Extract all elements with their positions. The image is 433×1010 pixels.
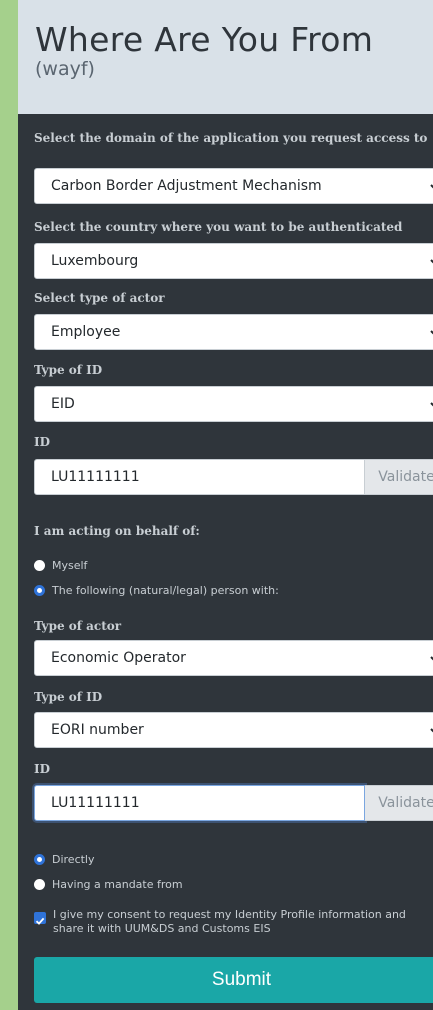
chevron-down-icon: [430, 728, 433, 733]
radio-button[interactable]: [34, 878, 45, 890]
behalf-option-label: The following (natural/legal) person wit…: [52, 583, 279, 597]
actor-type-select-value: Employee: [51, 324, 121, 340]
page-header: Where Are You From (wayf): [18, 0, 433, 114]
domain-label: Select the domain of the application you…: [34, 131, 428, 145]
id-type-label: Type of ID: [34, 363, 103, 377]
chevron-down-icon: [430, 656, 433, 661]
relation-option-mandate[interactable]: Having a mandate from: [34, 876, 183, 892]
id-input[interactable]: LU11111111: [34, 459, 365, 495]
behalf-option-label: Myself: [52, 558, 88, 572]
validate-person-id-button[interactable]: Validate: [365, 785, 433, 821]
person-actor-type-select-value: Economic Operator: [51, 650, 186, 666]
validate-id-button[interactable]: Validate: [365, 459, 433, 495]
chevron-down-icon: [430, 259, 433, 264]
id-type-select[interactable]: EID: [34, 386, 433, 422]
id-type-select-value: EID: [51, 396, 75, 412]
person-actor-type-label: Type of actor: [34, 619, 122, 633]
id-label: ID: [34, 435, 51, 449]
consent-text: I give my consent to request my Identity…: [53, 908, 406, 935]
radio-button-selected[interactable]: [34, 853, 45, 865]
person-id-type-select[interactable]: EORI number: [34, 712, 433, 748]
person-id-input[interactable]: LU11111111: [34, 785, 365, 821]
chevron-down-icon: [430, 330, 433, 335]
relation-option-label: Directly: [52, 852, 95, 866]
submit-button[interactable]: Submit: [34, 957, 433, 1003]
person-id-type-select-value: EORI number: [51, 722, 144, 738]
person-id-label: ID: [34, 762, 51, 776]
chevron-down-icon: [430, 184, 433, 189]
person-id-type-label: Type of ID: [34, 690, 103, 704]
check-icon: [35, 917, 45, 925]
relation-option-label: Having a mandate from: [52, 877, 183, 891]
actor-type-label: Select type of actor: [34, 291, 165, 305]
consent-checkbox[interactable]: [34, 912, 46, 925]
behalf-label: I am acting on behalf of:: [34, 524, 200, 538]
radio-button-selected[interactable]: [34, 584, 45, 596]
chevron-down-icon: [430, 402, 433, 407]
page-subtitle: (wayf): [35, 58, 95, 80]
country-label: Select the country where you want to be …: [34, 220, 403, 234]
behalf-option-myself[interactable]: Myself: [34, 557, 87, 573]
behalf-option-person[interactable]: The following (natural/legal) person wit…: [34, 582, 279, 598]
relation-option-directly[interactable]: Directly: [34, 851, 95, 867]
radio-button[interactable]: [34, 559, 45, 571]
actor-type-select[interactable]: Employee: [34, 314, 433, 350]
domain-select-value: Carbon Border Adjustment Mechanism: [51, 178, 322, 194]
page-title: Where Are You From: [35, 20, 374, 59]
person-actor-type-select[interactable]: Economic Operator: [34, 640, 433, 676]
country-select[interactable]: Luxembourg: [34, 243, 433, 279]
country-select-value: Luxembourg: [51, 253, 139, 269]
wayf-panel: Where Are You From (wayf) Select the dom…: [18, 0, 433, 1010]
domain-select[interactable]: Carbon Border Adjustment Mechanism: [34, 168, 433, 204]
